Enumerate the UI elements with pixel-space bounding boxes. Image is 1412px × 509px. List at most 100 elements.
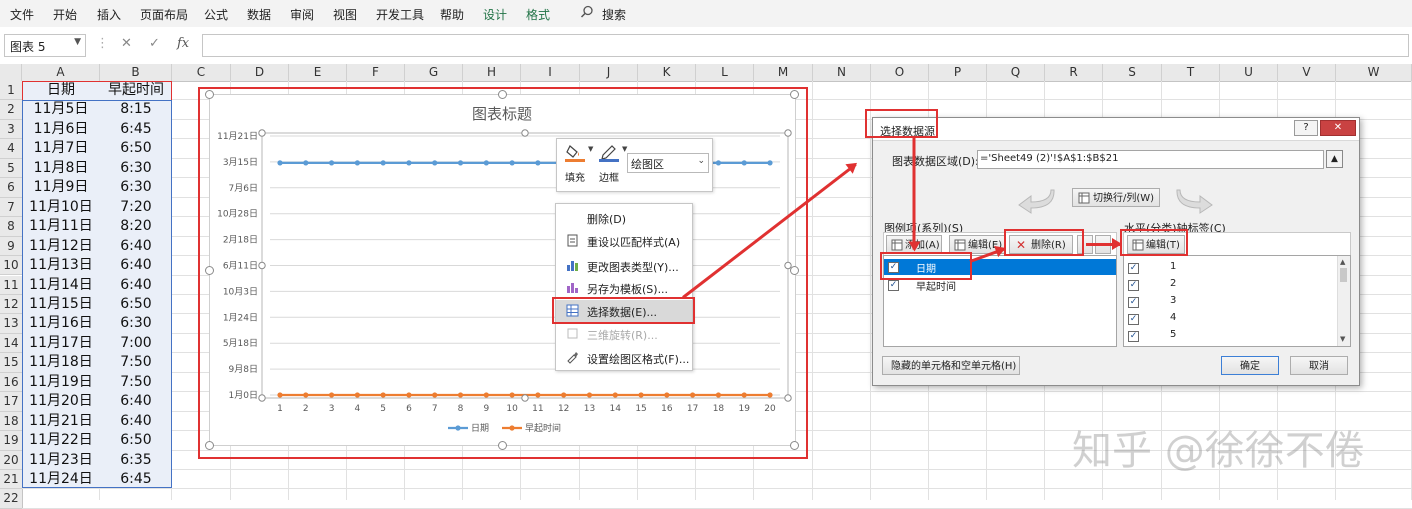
fill-button[interactable]: ▼ 填充 bbox=[565, 143, 593, 184]
hidden-empty-cells-button[interactable]: 隐藏的单元格和空单元格(H) bbox=[882, 356, 1020, 375]
date-cell[interactable]: 11月17日 bbox=[22, 334, 100, 353]
time-cell[interactable]: 6:40 bbox=[100, 256, 172, 275]
row-header[interactable]: 4 bbox=[0, 139, 23, 159]
wake-series-point[interactable] bbox=[483, 392, 489, 398]
column-header[interactable]: I bbox=[521, 64, 580, 82]
wake-series-point[interactable] bbox=[509, 392, 515, 398]
checkbox-checked-icon[interactable]: ✓ bbox=[1128, 331, 1139, 342]
wake-series-point[interactable] bbox=[303, 392, 309, 398]
time-cell[interactable]: 6:40 bbox=[100, 412, 172, 431]
time-cell[interactable]: 7:20 bbox=[100, 198, 172, 217]
date-cell[interactable]: 11月8日 bbox=[22, 159, 100, 178]
time-cell[interactable]: 6:50 bbox=[100, 431, 172, 450]
date-cell[interactable]: 11月5日 bbox=[22, 100, 100, 119]
column-header[interactable]: B bbox=[100, 64, 172, 82]
date-series-point[interactable] bbox=[277, 160, 283, 166]
name-box[interactable]: 图表 5 ▼ bbox=[4, 34, 86, 57]
insert-function-icon[interactable]: fx bbox=[177, 36, 189, 51]
time-cell[interactable]: 6:40 bbox=[100, 276, 172, 295]
row-header[interactable]: 14 bbox=[0, 333, 23, 354]
column-header[interactable]: Q bbox=[987, 64, 1045, 82]
tab-file[interactable]: 文件 bbox=[10, 6, 34, 23]
checkbox-checked-icon[interactable]: ✓ bbox=[1128, 263, 1139, 274]
header-cell[interactable]: 早起时间 bbox=[100, 81, 172, 100]
plot-area-handle[interactable] bbox=[258, 261, 266, 270]
row-header[interactable]: 16 bbox=[0, 372, 23, 393]
date-cell[interactable]: 11月12日 bbox=[22, 237, 100, 256]
wake-series-point[interactable] bbox=[690, 392, 696, 398]
search-label[interactable]: 搜索 bbox=[602, 6, 626, 23]
column-header[interactable]: N bbox=[813, 64, 871, 82]
row-header[interactable]: 9 bbox=[0, 236, 23, 257]
wake-series-point[interactable] bbox=[561, 392, 567, 398]
axis-label-item[interactable]: ✓ 4 bbox=[1124, 311, 1334, 327]
scrollbar[interactable]: ▲ ▼ bbox=[1337, 256, 1350, 346]
date-cell[interactable]: 11月15日 bbox=[22, 295, 100, 314]
chevron-down-icon[interactable]: ▼ bbox=[74, 37, 81, 47]
checkbox-checked-icon[interactable]: ✓ bbox=[1128, 314, 1139, 325]
plot-area-handle[interactable] bbox=[258, 394, 266, 402]
date-cell[interactable]: 11月22日 bbox=[22, 431, 100, 450]
date-cell[interactable]: 11月11日 bbox=[22, 217, 100, 236]
resize-handle[interactable] bbox=[790, 266, 799, 275]
date-cell[interactable]: 11月21日 bbox=[22, 412, 100, 431]
wake-series-point[interactable] bbox=[535, 392, 541, 398]
axis-label-item[interactable]: ✓ 3 bbox=[1124, 294, 1334, 310]
header-cell[interactable]: 日期 bbox=[22, 81, 100, 100]
tab-formulas[interactable]: 公式 bbox=[204, 6, 228, 23]
chart-element-select[interactable]: 绘图区 ⌄ bbox=[627, 153, 709, 173]
row-header[interactable]: 22 bbox=[0, 489, 23, 509]
date-cell[interactable]: 11月10日 bbox=[22, 198, 100, 217]
column-header[interactable]: U bbox=[1220, 64, 1278, 82]
row-header[interactable]: 13 bbox=[0, 314, 23, 334]
resize-handle[interactable] bbox=[498, 441, 507, 450]
wake-series-point[interactable] bbox=[380, 392, 386, 398]
time-cell[interactable]: 6:50 bbox=[100, 139, 172, 158]
checkbox-checked-icon[interactable]: ✓ bbox=[1128, 297, 1139, 308]
time-cell[interactable]: 6:30 bbox=[100, 178, 172, 197]
cancel-button[interactable]: 取消 bbox=[1290, 356, 1348, 375]
wake-series-point[interactable] bbox=[432, 392, 438, 398]
column-header[interactable]: F bbox=[347, 64, 405, 82]
column-header[interactable]: D bbox=[231, 64, 289, 82]
column-header[interactable]: V bbox=[1278, 64, 1336, 82]
date-series-point[interactable] bbox=[328, 160, 335, 166]
date-cell[interactable]: 11月18日 bbox=[22, 353, 100, 372]
chevron-down-icon[interactable]: ⌄ bbox=[697, 156, 705, 166]
resize-handle[interactable] bbox=[498, 90, 507, 99]
plot-area-handle[interactable] bbox=[521, 394, 529, 402]
chevron-down-icon[interactable]: ▼ bbox=[588, 145, 593, 153]
help-button[interactable]: ? bbox=[1294, 120, 1318, 136]
scroll-thumb[interactable] bbox=[1340, 268, 1347, 282]
row-header[interactable]: 6 bbox=[0, 178, 23, 198]
column-header[interactable]: H bbox=[463, 64, 521, 82]
axis-label-item[interactable]: ✓ 5 bbox=[1124, 328, 1334, 344]
time-cell[interactable]: 7:00 bbox=[100, 334, 172, 353]
plot-area-handle[interactable] bbox=[258, 129, 266, 137]
menu-item-change-chart-type[interactable]: 更改图表类型(Y)... bbox=[556, 255, 692, 277]
plot-area-handle[interactable] bbox=[784, 129, 792, 137]
column-header[interactable]: T bbox=[1162, 64, 1220, 82]
date-series-point[interactable] bbox=[715, 160, 722, 166]
date-cell[interactable]: 11月13日 bbox=[22, 256, 100, 275]
column-header[interactable]: S bbox=[1103, 64, 1162, 82]
row-header[interactable]: 10 bbox=[0, 256, 23, 276]
date-cell[interactable]: 11月23日 bbox=[22, 451, 100, 470]
row-header[interactable]: 21 bbox=[0, 470, 23, 490]
date-cell[interactable]: 11月24日 bbox=[22, 470, 100, 489]
scroll-up-icon[interactable]: ▲ bbox=[1340, 258, 1345, 266]
date-cell[interactable]: 11月6日 bbox=[22, 120, 100, 139]
switch-row-column-button[interactable]: 切换行/列(W) bbox=[1072, 188, 1160, 207]
row-header[interactable]: 2 bbox=[0, 100, 23, 120]
date-cell[interactable]: 11月19日 bbox=[22, 373, 100, 392]
column-header[interactable]: M bbox=[754, 64, 813, 82]
tab-design[interactable]: 设计 bbox=[483, 6, 507, 23]
formula-input[interactable] bbox=[202, 34, 1409, 57]
time-cell[interactable]: 6:40 bbox=[100, 237, 172, 256]
legend-date-label[interactable]: 日期 bbox=[471, 423, 489, 434]
date-series-point[interactable] bbox=[535, 160, 541, 166]
date-series-point[interactable] bbox=[406, 160, 412, 166]
wake-series-point[interactable] bbox=[638, 392, 644, 398]
column-header[interactable]: O bbox=[871, 64, 929, 82]
tab-home[interactable]: 开始 bbox=[53, 6, 77, 23]
